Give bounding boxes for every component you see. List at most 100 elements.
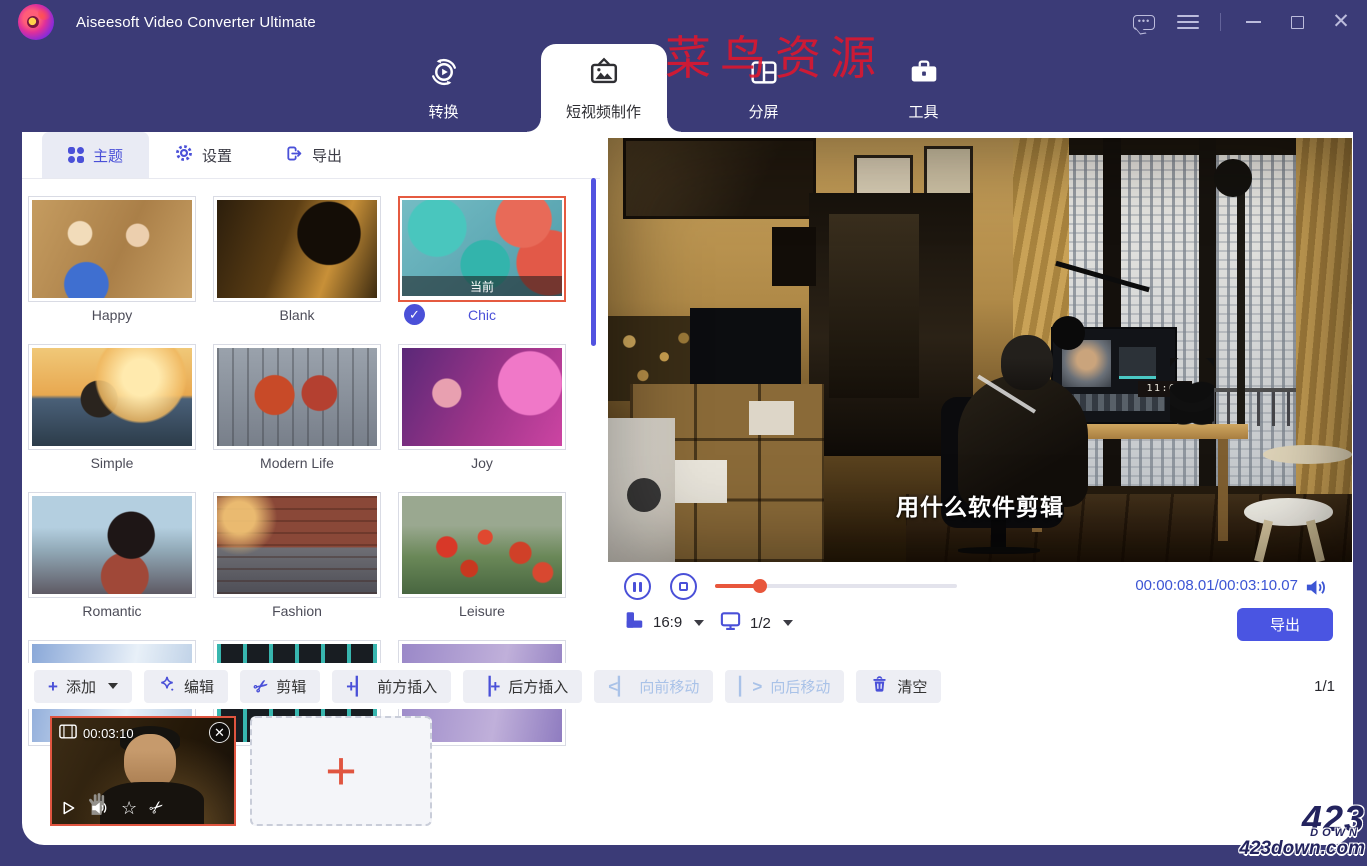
theme-card-blank[interactable]: Blank: [213, 196, 381, 328]
aspect-ratio-control[interactable]: 16:9: [623, 609, 704, 636]
chevron-down-icon: [783, 620, 793, 626]
chevron-down-icon: [108, 683, 118, 689]
app-logo-icon: [18, 4, 54, 40]
export-button[interactable]: 导出: [1237, 608, 1333, 641]
maximize-button[interactable]: [1285, 10, 1309, 34]
theme-card-chic[interactable]: 当前 Chic ✓: [398, 196, 566, 328]
app-title: Aiseesoft Video Converter Ultimate: [76, 14, 316, 31]
close-button[interactable]: ✕: [1329, 10, 1353, 34]
tab-theme[interactable]: 主题: [42, 132, 149, 178]
gear-icon: [175, 144, 193, 166]
theme-label: Joy: [398, 450, 566, 476]
theme-card-fashion[interactable]: Fashion: [213, 492, 381, 624]
current-theme-badge: 当前: [402, 276, 562, 296]
titlebar: Aiseesoft Video Converter Ultimate ••• ✕: [0, 0, 1367, 44]
theme-list-scrollbar[interactable]: [591, 178, 596, 346]
volume-icon[interactable]: [1304, 576, 1327, 604]
plus-icon: +: [48, 678, 58, 695]
insert-after-label: 后方插入: [508, 676, 568, 697]
theme-card-modern-life[interactable]: Modern Life: [213, 344, 381, 476]
progress-track[interactable]: [715, 584, 957, 588]
trim-button[interactable]: ✂ 剪辑: [240, 670, 320, 703]
tab-export-label: 导出: [312, 145, 342, 166]
video-subtitle: 用什么软件剪辑: [608, 488, 1352, 522]
progress-handle[interactable]: [753, 579, 767, 593]
theme-card-joy[interactable]: Joy: [398, 344, 566, 476]
move-backward-label: 向后移动: [770, 676, 830, 697]
feedback-icon[interactable]: •••: [1132, 10, 1156, 34]
clip-volume-icon[interactable]: [90, 799, 108, 817]
clip-counter: 1/1: [1314, 663, 1335, 709]
tab-theme-label: 主题: [93, 145, 123, 166]
clip-effect-icon[interactable]: ☆: [121, 799, 137, 817]
main-nav: 转换 短视频制作 分屏 工具: [0, 44, 1367, 132]
clip-toolbar: + 添加 编辑 ✂ 剪辑 +▏ 前方插入 ▕+ 后方插入 <▏ 向前移动: [22, 663, 1353, 709]
theme-thumb-happy: [32, 200, 192, 298]
clip-play-icon[interactable]: [60, 799, 77, 817]
aspect-ratio-value: 16:9: [653, 614, 682, 631]
tab-export[interactable]: 导出: [258, 132, 368, 178]
add-clip-plus-icon: +: [325, 744, 357, 798]
insert-before-button[interactable]: +▏ 前方插入: [332, 670, 451, 703]
chevron-down-icon: [694, 620, 704, 626]
panel-tabs: 主题 设置 导出: [22, 132, 600, 179]
insert-before-label: 前方插入: [377, 676, 437, 697]
add-button[interactable]: + 添加: [34, 670, 132, 703]
check-icon: ✓: [404, 304, 425, 325]
video-preview: 11:01 用什么软件剪辑: [608, 138, 1352, 562]
move-forward-icon: <▏: [608, 678, 631, 695]
tab-toolbox-label: 工具: [908, 101, 938, 122]
theme-card-leisure[interactable]: Leisure: [398, 492, 566, 624]
tab-mv[interactable]: 短视频制作: [541, 44, 667, 132]
current-theme-progress: [402, 296, 562, 298]
clear-button[interactable]: 清空: [856, 670, 941, 703]
theme-card-simple[interactable]: Simple: [28, 344, 196, 476]
minimize-button[interactable]: [1241, 10, 1265, 34]
theme-thumb-blank: [217, 200, 377, 298]
clip-duration-row: 00:03:10: [59, 724, 134, 742]
timeline-clip[interactable]: 00:03:10 ✕ ☆ ✂: [50, 716, 236, 826]
monitor-icon: [719, 609, 742, 637]
theme-card-happy[interactable]: Happy: [28, 196, 196, 328]
theme-thumb-simple: [32, 348, 192, 446]
tab-collage[interactable]: 分屏: [701, 44, 827, 132]
clip-duration: 00:03:10: [83, 726, 134, 741]
insert-after-icon: ▕+: [477, 678, 500, 695]
trash-icon: [870, 675, 889, 698]
content-window: 主题 设置 导出 Happy Blank: [22, 132, 1353, 845]
add-label: 添加: [66, 676, 96, 697]
mv-icon: [587, 55, 621, 94]
edit-button[interactable]: 编辑: [144, 670, 228, 703]
tab-toolbox[interactable]: 工具: [861, 44, 987, 132]
clear-label: 清空: [897, 676, 927, 697]
tab-settings-label: 设置: [202, 145, 232, 166]
theme-grid-icon: [68, 147, 84, 163]
tab-settings[interactable]: 设置: [149, 132, 258, 178]
tab-convert[interactable]: 转换: [381, 44, 507, 132]
tab-mv-label: 短视频制作: [566, 101, 641, 122]
screen-select-control[interactable]: 1/2: [719, 609, 793, 637]
theme-label: Blank: [213, 302, 381, 328]
move-forward-button: <▏ 向前移动: [594, 670, 713, 703]
remove-clip-icon[interactable]: ✕: [209, 722, 230, 743]
tab-collage-label: 分屏: [748, 101, 778, 122]
insert-after-button[interactable]: ▕+ 后方插入: [463, 670, 582, 703]
add-clip-placeholder[interactable]: +: [250, 716, 432, 826]
theme-thumb-fashion: [217, 496, 377, 594]
move-forward-label: 向前移动: [639, 676, 699, 697]
convert-icon: [427, 55, 461, 94]
pause-icon: [633, 582, 642, 592]
tab-convert-label: 转换: [428, 101, 458, 122]
menu-icon[interactable]: [1176, 10, 1200, 34]
stop-icon: [679, 582, 688, 591]
theme-thumb-joy: [402, 348, 562, 446]
stop-button[interactable]: [670, 573, 697, 600]
move-backward-button: ▏> 向后移动: [725, 670, 844, 703]
theme-card-romantic[interactable]: Romantic: [28, 492, 196, 624]
toolbox-icon: [907, 55, 941, 94]
pause-button[interactable]: [624, 573, 651, 600]
insert-before-icon: +▏: [346, 678, 369, 695]
theme-label: Simple: [28, 450, 196, 476]
theme-label: Happy: [28, 302, 196, 328]
theme-label: Romantic: [28, 598, 196, 624]
